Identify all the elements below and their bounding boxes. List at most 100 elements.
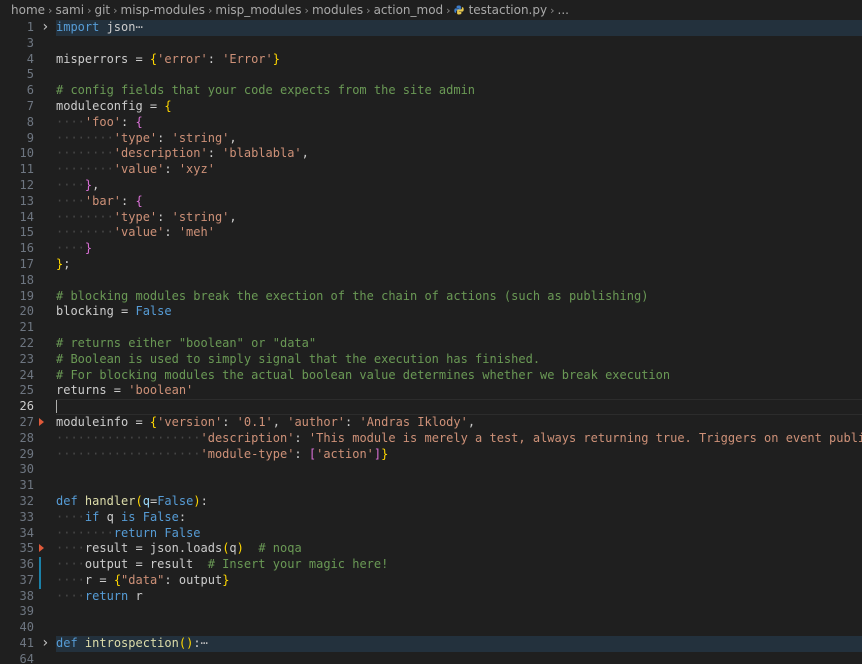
code-token: 'value': [113, 225, 165, 240]
code-line[interactable]: 38 ····return r: [0, 589, 862, 605]
code-line[interactable]: 6 # config fields that your code expects …: [0, 83, 862, 99]
code-line[interactable]: 36 ····output = result # Insert your magi…: [0, 557, 862, 573]
breadcrumb-more[interactable]: ...: [558, 3, 569, 17]
code-line[interactable]: 21: [0, 320, 862, 336]
code-line[interactable]: 27 moduleinfo = {'version': '0.1', 'autho…: [0, 415, 862, 431]
line-number: 13: [19, 193, 34, 208]
breadcrumb-item-modules[interactable]: modules: [312, 3, 363, 17]
line-number: 5: [26, 67, 34, 82]
code-line[interactable]: 37 ····r = {"data": output}: [0, 572, 862, 589]
code-token: # For blocking modules the actual boolea…: [56, 367, 671, 382]
code-token: if: [84, 509, 100, 524]
line-code: [56, 399, 862, 416]
code-line[interactable]: 5: [0, 67, 862, 83]
line-code: ····r = {"data": output}: [56, 573, 862, 589]
chevron-right-icon: ›: [208, 3, 213, 17]
code-token: # blocking modules break the exection of…: [56, 288, 649, 303]
breadcrumb-item-action-mod[interactable]: action_mod: [374, 3, 444, 17]
code-token: 'This module is merely a test, always re…: [308, 430, 862, 445]
code-token: introspection: [84, 636, 179, 651]
code-line[interactable]: 32 def handler(q=False):: [0, 494, 862, 510]
breadcrumb-item-misp-modules[interactable]: misp-modules: [121, 3, 205, 17]
code-line[interactable]: 35 ····result = json.loads(q) # noqa: [0, 541, 862, 557]
code-line[interactable]: 30: [0, 462, 862, 478]
code-line[interactable]: 26: [0, 399, 862, 415]
code-line[interactable]: 33 ····if q is False:: [0, 510, 862, 526]
diff-deleted-marker-icon[interactable]: [39, 417, 44, 426]
line-code: ····'foo': {: [56, 115, 862, 131]
diff-modified-marker[interactable]: [39, 572, 41, 589]
whitespace-indicator: ····: [56, 541, 85, 556]
code-line[interactable]: 4 misperrors = {'error': 'Error'}: [0, 52, 862, 68]
line-number: 8: [26, 114, 34, 129]
code-line[interactable]: 12 ····},: [0, 178, 862, 194]
code-line[interactable]: 13 ····'bar': {: [0, 194, 862, 210]
code-token: 'meh': [178, 225, 215, 240]
breadcrumb-item-home[interactable]: home: [11, 3, 45, 17]
code-line[interactable]: 3: [0, 36, 862, 52]
code-line[interactable]: 34 ········return False: [0, 526, 862, 542]
breadcrumb-item-misp-modules-pkg[interactable]: misp_modules: [215, 3, 301, 17]
breadcrumb-item-file[interactable]: testaction.py: [453, 3, 547, 17]
code-line[interactable]: 10 ········'description': 'blablabla',: [0, 146, 862, 162]
code-line[interactable]: 9 ········'type': 'string',: [0, 131, 862, 147]
code-line[interactable]: 14 ········'type': 'string',: [0, 210, 862, 226]
code-line[interactable]: 24 # For blocking modules the actual bool…: [0, 368, 862, 384]
code-line[interactable]: 17};: [0, 257, 862, 273]
code-line[interactable]: 16 ····}: [0, 241, 862, 257]
breadcrumb-item-sami[interactable]: sami: [55, 3, 84, 17]
breadcrumb-item-git[interactable]: git: [94, 3, 110, 17]
code-token: :: [222, 414, 237, 429]
code-line[interactable]: 7 moduleconfig = {: [0, 99, 862, 115]
code-token: # config fields that your code expects f…: [56, 83, 476, 98]
code-line[interactable]: 39: [0, 604, 862, 620]
code-line[interactable]: 28 ····················'description': 'Th…: [0, 431, 862, 447]
code-token: :: [200, 493, 208, 508]
code-line[interactable]: 25 returns = 'boolean': [0, 383, 862, 399]
code-line[interactable]: 23 # Boolean is used to simply signal tha…: [0, 352, 862, 368]
line-number: 39: [19, 604, 34, 619]
folded-ellipsis-icon[interactable]: ⋯: [201, 636, 208, 650]
code-line[interactable]: 19 # blocking modules break the exection …: [0, 289, 862, 305]
line-number: 11: [19, 162, 34, 177]
folded-ellipsis-icon[interactable]: ⋯: [135, 20, 142, 34]
code-line[interactable]: 15 ········'value': 'meh': [0, 225, 862, 241]
line-number: 1: [26, 20, 34, 34]
code-editor[interactable]: 1 › import json⋯ 3 4 misperrors = {'error': '…: [0, 20, 862, 664]
whitespace-indicator: ········: [56, 225, 114, 240]
whitespace-indicator: ····: [56, 557, 85, 572]
code-line[interactable]: 41 › def introspection():⋯: [0, 635, 862, 652]
code-line[interactable]: 40: [0, 620, 862, 636]
code-line[interactable]: 8 ····'foo': {: [0, 115, 862, 131]
code-line[interactable]: 20 blocking = False: [0, 304, 862, 320]
line-code: # Boolean is used to simply signal that …: [56, 352, 862, 368]
line-code: misperrors = {'error': 'Error'}: [56, 52, 862, 68]
code-token: 'value': [113, 162, 165, 177]
code-token: }: [84, 241, 93, 256]
code-line[interactable]: 1 › import json⋯: [0, 20, 862, 36]
diff-deleted-marker-icon[interactable]: [39, 544, 44, 553]
fold-chevron-right-icon[interactable]: ›: [41, 20, 51, 36]
code-token: # Insert your magic here!: [207, 557, 389, 572]
code-line[interactable]: 11 ········'value': 'xyz': [0, 162, 862, 178]
line-number: 14: [19, 209, 34, 224]
code-token: :: [157, 130, 172, 145]
chevron-right-icon: ›: [550, 3, 555, 17]
code-token: 'action': [316, 446, 374, 461]
code-token: output = result: [84, 557, 208, 572]
code-line[interactable]: 18: [0, 273, 862, 289]
code-line[interactable]: 64: [0, 652, 862, 664]
code-line[interactable]: 31: [0, 478, 862, 494]
code-token: ,: [272, 414, 288, 429]
line-number: 41: [19, 636, 34, 651]
fold-chevron-right-icon[interactable]: ›: [41, 635, 51, 652]
line-number: 24: [19, 367, 34, 382]
whitespace-indicator: ········: [56, 130, 114, 145]
code-line[interactable]: 22 # returns either "boolean" or "data": [0, 336, 862, 352]
line-number: 21: [19, 320, 34, 335]
code-line[interactable]: 29 ····················'module-type': ['a…: [0, 447, 862, 463]
diff-modified-marker[interactable]: [39, 557, 41, 573]
line-code: ········'description': 'blablabla',: [56, 146, 862, 162]
